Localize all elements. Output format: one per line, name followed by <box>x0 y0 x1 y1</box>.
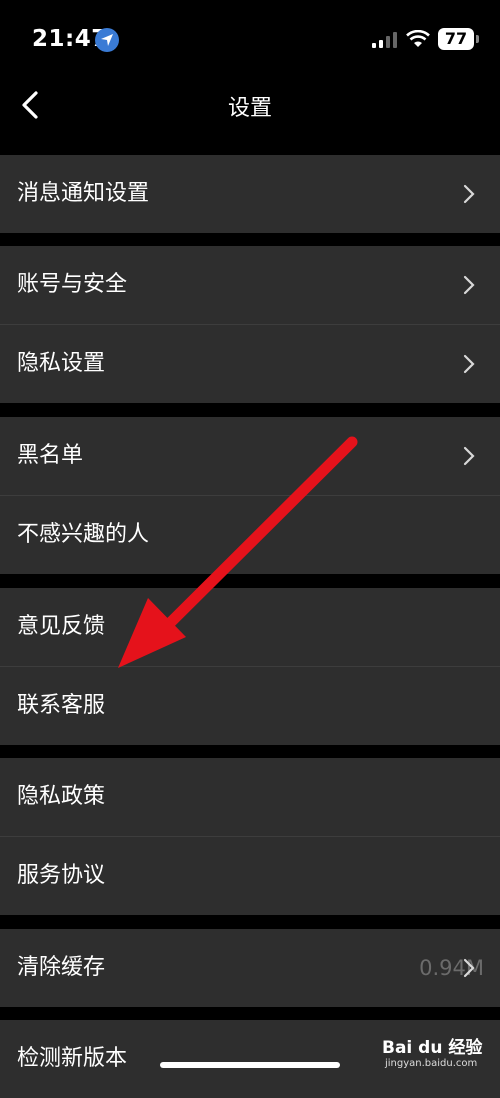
cellular-signal-icon <box>372 32 397 48</box>
chevron-right-icon <box>463 446 475 466</box>
settings-row-label: 意见反馈 <box>17 614 106 639</box>
settings-row[interactable]: 清除缓存 0.94M <box>0 929 500 1007</box>
settings-row-label: 消息通知设置 <box>17 181 150 206</box>
settings-row-label: 不感兴趣的人 <box>17 522 150 547</box>
home-indicator <box>160 1062 340 1068</box>
battery-indicator: 77 <box>438 28 479 50</box>
settings-group: 清除缓存 0.94M <box>0 929 500 1007</box>
chevron-right-icon <box>463 354 475 374</box>
settings-row[interactable]: 意见反馈 <box>0 588 500 666</box>
chevron-right-icon <box>463 958 475 978</box>
chevron-right-icon <box>463 275 475 295</box>
settings-row[interactable]: 黑名单 <box>0 417 500 495</box>
wifi-icon <box>406 30 430 47</box>
settings-group: 意见反馈 联系客服 <box>0 588 500 745</box>
settings-group: 黑名单 不感兴趣的人 <box>0 417 500 574</box>
settings-row-label: 隐私政策 <box>17 784 106 809</box>
settings-group: 账号与安全 隐私设置 <box>0 246 500 403</box>
settings-row[interactable]: 账号与安全 <box>0 246 500 324</box>
watermark-url: jingyan.baidu.com <box>385 1058 478 1069</box>
watermark-brand: Bai du 经验 <box>382 1038 483 1058</box>
chevron-right-icon <box>463 184 475 204</box>
status-bar: 21:47 77 <box>0 0 500 80</box>
settings-group: 隐私政策 服务协议 <box>0 758 500 915</box>
settings-row-label: 检测新版本 <box>17 1046 128 1071</box>
settings-row[interactable]: 服务协议 <box>0 836 500 915</box>
nav-bar: 设置 <box>0 80 500 132</box>
settings-row-label: 服务协议 <box>17 863 106 888</box>
settings-row[interactable]: 隐私设置 <box>0 324 500 403</box>
settings-row-label: 隐私设置 <box>17 351 106 376</box>
settings-row[interactable]: 不感兴趣的人 <box>0 495 500 574</box>
settings-row[interactable]: 联系客服 <box>0 666 500 745</box>
settings-row-label: 黑名单 <box>17 443 84 468</box>
settings-row-label: 清除缓存 <box>17 955 106 980</box>
settings-row[interactable]: 隐私政策 <box>0 758 500 836</box>
page-title: 设置 <box>227 96 272 121</box>
location-icon <box>95 28 119 52</box>
settings-row[interactable]: 消息通知设置 <box>0 155 500 233</box>
settings-row-label: 联系客服 <box>17 693 106 718</box>
settings-group: 消息通知设置 <box>0 155 500 233</box>
settings-row-label: 账号与安全 <box>17 272 128 297</box>
